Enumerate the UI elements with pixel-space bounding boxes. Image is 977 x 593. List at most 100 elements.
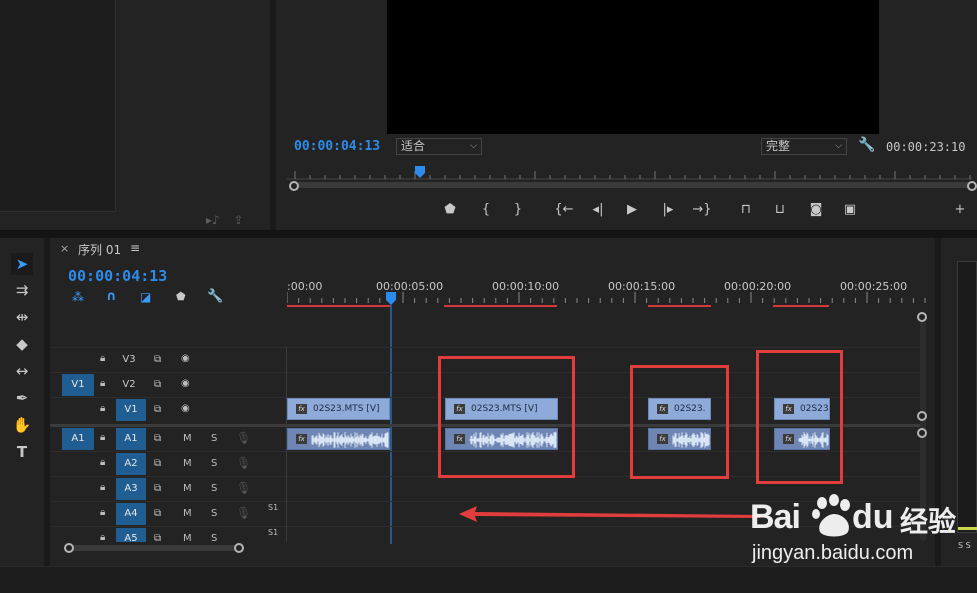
eye-icon[interactable]: ◉	[181, 378, 190, 389]
watermark-url: jingyan.baidu.com	[752, 542, 914, 564]
timeline-current-timecode[interactable]: 00:00:04:13	[68, 267, 167, 285]
zoom-handle-right[interactable]	[967, 181, 977, 191]
ripple-edit-tool-icon[interactable]: ⇹	[11, 306, 33, 328]
program-zoom-scrollbar[interactable]	[292, 182, 972, 188]
hand-tool-icon[interactable]: ✋	[11, 414, 33, 436]
header-horizontal-scrollbar[interactable]	[66, 545, 242, 551]
type-tool-icon[interactable]: T	[11, 441, 33, 463]
watermark-brand-a: Bai	[750, 498, 801, 536]
mark-out-icon[interactable]: }	[508, 202, 528, 217]
track-name-a3[interactable]: A3	[116, 478, 146, 500]
sync-lock-icon[interactable]: ⧉	[154, 433, 161, 444]
fx-badge: fx	[296, 403, 307, 414]
source-patch-v1[interactable]: V1	[62, 374, 94, 396]
add-marker-icon[interactable]: ⬟	[440, 202, 460, 217]
fit-dropdown[interactable]: 适合 ⌵	[396, 138, 482, 155]
eye-icon[interactable]: ◉	[181, 403, 190, 414]
wrench-icon[interactable]: 🔧	[858, 137, 875, 153]
annotation-box	[756, 350, 843, 484]
go-to-out-icon[interactable]: →}	[692, 202, 712, 217]
lift-icon[interactable]: ⊓	[736, 202, 756, 217]
vscroll-handle[interactable]	[917, 428, 927, 438]
eye-icon[interactable]: ◉	[181, 353, 190, 364]
mute-button[interactable]: M	[183, 433, 192, 444]
track-name-a2[interactable]: A2	[116, 453, 146, 475]
track-header-v2: V1 🔒︎ V2 ⧉ ◉	[50, 374, 287, 396]
lock-icon[interactable]: 🔒︎	[100, 532, 105, 542]
mute-button[interactable]: M	[183, 458, 192, 469]
lock-icon[interactable]: 🔒︎	[100, 353, 105, 364]
solo-button[interactable]: S	[211, 483, 217, 494]
track-header-a3: 🔒︎ A3 ⧉ M S 🎙︎	[50, 478, 287, 500]
lock-icon[interactable]: 🔒︎	[100, 482, 105, 493]
timeline-settings-icon[interactable]: 🔧	[207, 289, 223, 304]
watermark-brand-b: du	[852, 498, 894, 536]
add-marker-icon[interactable]: ⬟	[176, 290, 186, 303]
button-editor-icon[interactable]: +	[950, 202, 970, 217]
vscroll-handle[interactable]	[917, 411, 927, 421]
pen-tool-icon[interactable]: ✒	[11, 387, 33, 409]
sync-lock-icon[interactable]: ⧉	[154, 458, 161, 469]
quality-dropdown[interactable]: 完整 ⌵	[761, 138, 847, 155]
track-name-a1[interactable]: A1	[116, 428, 146, 450]
zoom-handle-left[interactable]	[289, 181, 299, 191]
close-icon[interactable]: ×	[60, 242, 69, 255]
track-select-tool-icon[interactable]: ⇉	[11, 279, 33, 301]
nest-toggle-icon[interactable]: ⁂	[72, 290, 84, 304]
solo-button[interactable]: S	[211, 433, 217, 444]
program-playhead[interactable]	[415, 166, 425, 178]
track-name-v3[interactable]: V3	[116, 349, 142, 371]
time-ruler[interactable]: :00:00 00:00:05:00 00:00:10:00 00:00:15:…	[287, 278, 927, 310]
export-frame-icon[interactable]: ◙	[806, 202, 826, 217]
snap-icon[interactable]: ∩	[106, 289, 117, 304]
source-patch-a1[interactable]: A1	[62, 428, 94, 450]
mute-button[interactable]: M	[183, 483, 192, 494]
solo-button[interactable]: S	[211, 458, 217, 469]
microphone-icon[interactable]: 🎙︎	[236, 456, 251, 470]
sequence-tab[interactable]: 序列 01	[78, 241, 121, 258]
solo-button[interactable]: S	[211, 533, 217, 542]
extract-icon[interactable]: ⊔	[770, 202, 790, 217]
comparison-view-icon[interactable]: ▣	[840, 202, 860, 217]
slip-tool-icon[interactable]: ↔	[11, 360, 33, 382]
sync-lock-icon[interactable]: ⧉	[154, 404, 161, 415]
microphone-icon[interactable]: 🎙︎	[236, 506, 251, 520]
razor-tool-icon[interactable]: ◆	[11, 333, 33, 355]
track-name-v2[interactable]: V2	[116, 374, 142, 396]
go-to-in-icon[interactable]: {←	[554, 202, 574, 217]
linked-selection-icon[interactable]: ◪	[140, 290, 151, 304]
step-back-icon[interactable]: ◂|	[588, 202, 608, 217]
microphone-icon[interactable]: 🎙︎	[236, 481, 251, 495]
mark-in-icon[interactable]: {	[476, 202, 496, 217]
selection-tool-icon[interactable]: ➤	[11, 253, 33, 275]
sync-lock-icon[interactable]: ⧉	[154, 483, 161, 494]
lock-icon[interactable]: 🔒︎	[100, 507, 105, 518]
lock-icon[interactable]: 🔒︎	[100, 378, 105, 389]
audio-clip[interactable]: fx	[287, 428, 390, 450]
mute-button[interactable]: M	[183, 533, 192, 542]
program-current-timecode[interactable]: 00:00:04:13	[294, 139, 380, 154]
hscroll-handle[interactable]	[234, 543, 244, 553]
lock-icon[interactable]: 🔒︎	[100, 432, 105, 443]
play-icon[interactable]: ▶	[622, 202, 642, 217]
vscroll-handle[interactable]	[917, 312, 927, 322]
mute-button[interactable]: M	[183, 508, 192, 519]
sync-lock-icon[interactable]: ⧉	[154, 354, 161, 365]
track-name-a5[interactable]: A5	[116, 528, 146, 542]
video-clip[interactable]: fx 02S23.MTS [V]	[287, 398, 390, 420]
solo-button[interactable]: S	[211, 508, 217, 519]
hscroll-handle[interactable]	[64, 543, 74, 553]
track-name-a4[interactable]: A4	[116, 503, 146, 525]
microphone-icon[interactable]: 🎙︎	[236, 431, 251, 445]
sync-lock-icon[interactable]: ⧉	[154, 379, 161, 390]
panel-menu-icon[interactable]: ≡	[130, 241, 140, 255]
lock-icon[interactable]: 🔒︎	[100, 457, 105, 468]
insert-icon[interactable]: ▸♪	[206, 213, 220, 227]
sync-lock-icon[interactable]: ⧉	[154, 533, 161, 542]
step-forward-icon[interactable]: |▸	[658, 202, 678, 217]
sync-lock-icon[interactable]: ⧉	[154, 508, 161, 519]
lock-icon[interactable]: 🔒︎	[100, 403, 105, 414]
track-name-v1[interactable]: V1	[116, 399, 146, 421]
export-icon[interactable]: ⇪	[234, 213, 244, 227]
program-mini-ruler[interactable]	[287, 166, 972, 180]
